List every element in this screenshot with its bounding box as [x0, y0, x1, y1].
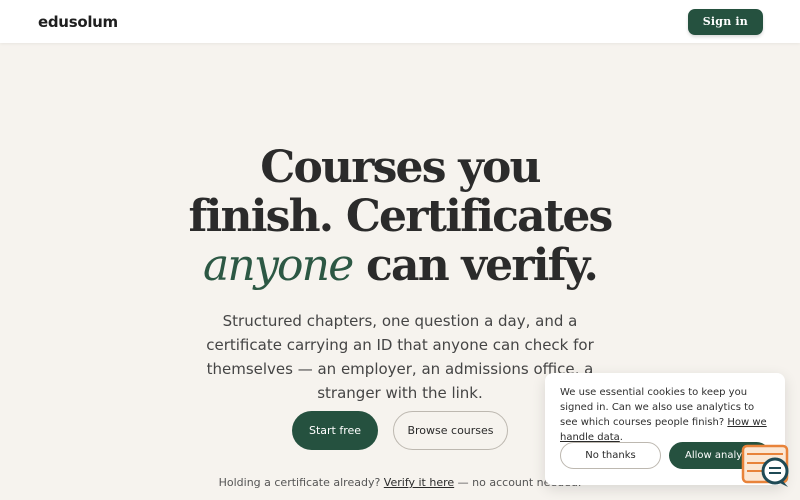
hero-title: Courses you finish. Certificates anyone … [0, 143, 800, 290]
cta-row: Start free Browse courses [292, 411, 508, 450]
cookie-message: We use essential cookies to keep you sig… [560, 387, 755, 428]
page: edusolum Sign in Courses you finish. Cer… [0, 0, 800, 500]
logo[interactable]: edusolum [38, 13, 118, 31]
hero-title-accent: anyone [202, 240, 354, 291]
chat-widget-graphic [741, 444, 789, 487]
site-header: edusolum Sign in [0, 0, 800, 43]
cookie-actions: No thanks Allow analytics [560, 442, 770, 469]
no-thanks-button[interactable]: No thanks [560, 442, 661, 469]
chat-bubble-icon[interactable] [740, 444, 792, 490]
browse-courses-button[interactable]: Browse courses [393, 411, 508, 450]
hero-title-line-1: Courses you [260, 142, 541, 193]
verify-prefix: Holding a certificate already? [218, 476, 381, 489]
hero-title-line-2: finish. Certificates [188, 191, 613, 242]
verify-link[interactable]: Verify it here [384, 476, 454, 489]
hero-title-line-3: can verify. [352, 240, 599, 291]
cookie-text: We use essential cookies to keep you sig… [560, 385, 770, 445]
sign-in-button[interactable]: Sign in [687, 8, 763, 35]
chat-bubble-shape [761, 457, 789, 485]
start-free-button[interactable]: Start free [292, 411, 378, 450]
